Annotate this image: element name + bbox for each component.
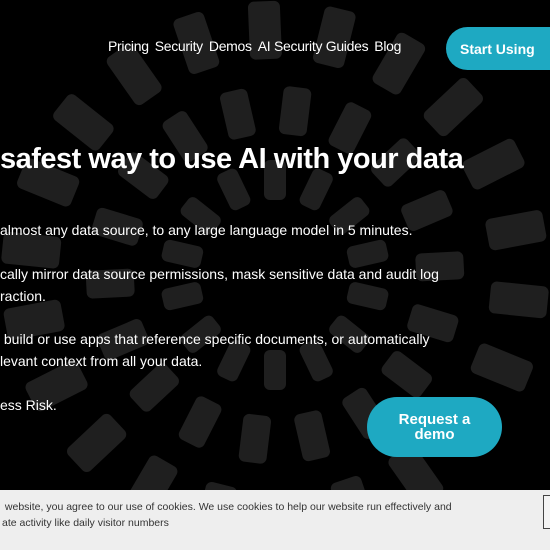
pattern-shape <box>67 413 127 472</box>
hero-paragraph-4: ess Risk. <box>0 397 57 413</box>
cookie-text: website, you agree to our use of cookies… <box>2 501 452 529</box>
pattern-shape <box>220 88 256 140</box>
main-nav: Pricing Security Demos AI Security Guide… <box>108 38 401 54</box>
hero-paragraph-1: almost any data source, to any large lan… <box>0 222 413 238</box>
cookie-accept-button[interactable] <box>543 495 550 529</box>
nav-pricing[interactable]: Pricing <box>108 38 149 54</box>
pattern-shape <box>423 78 483 137</box>
pattern-shape <box>238 413 272 464</box>
nav-ai-security-guides[interactable]: AI Security Guides <box>258 38 369 54</box>
hero-paragraph-3: build or use apps that reference specifi… <box>0 331 430 369</box>
hero-title: safest way to use AI with your data <box>0 143 464 175</box>
nav-security[interactable]: Security <box>155 38 203 54</box>
request-demo-button[interactable]: Request a demo <box>367 397 502 457</box>
pattern-shape <box>278 86 312 137</box>
cookie-banner: website, you agree to our use of cookies… <box>0 490 550 550</box>
pattern-shape <box>294 410 330 462</box>
nav-demos[interactable]: Demos <box>209 38 252 54</box>
nav-blog[interactable]: Blog <box>374 38 401 54</box>
start-using-button[interactable]: Start Using <box>446 27 550 70</box>
hero-paragraph-2: cally mirror data source permissions, ma… <box>0 266 439 304</box>
